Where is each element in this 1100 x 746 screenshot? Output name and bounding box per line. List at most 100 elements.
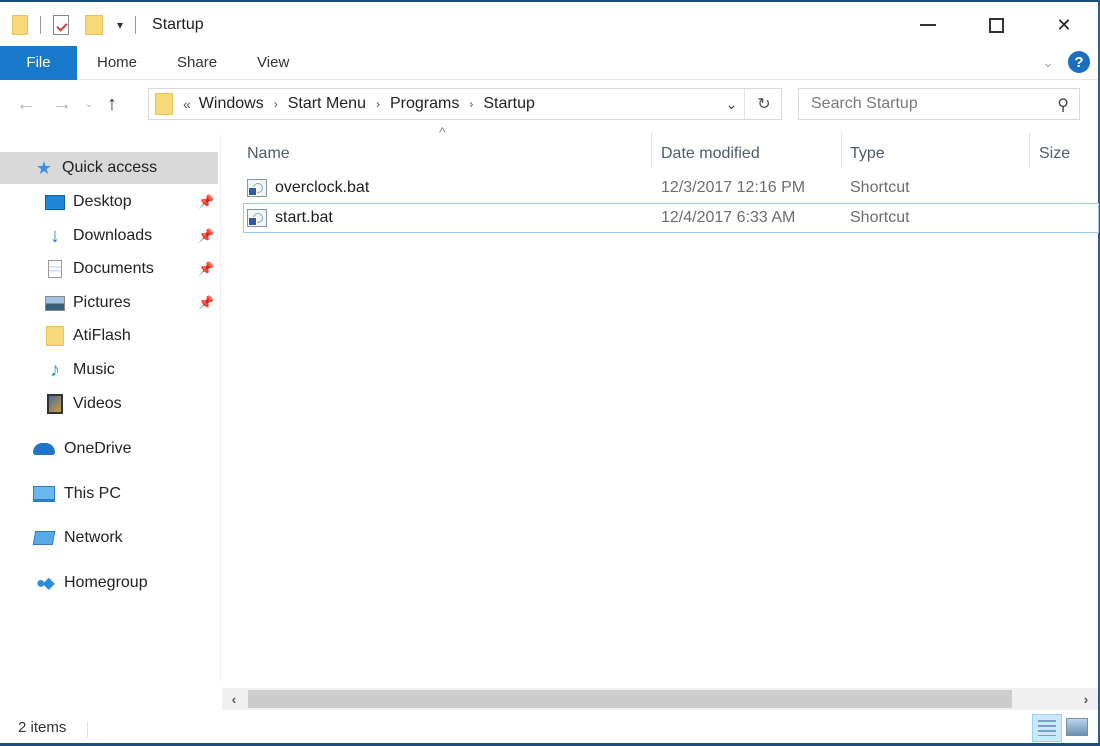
sidebar-item-label: Music [73, 361, 115, 378]
star-icon: ★ [35, 157, 53, 178]
breadcrumb-separator[interactable]: › [274, 97, 278, 111]
shortcut-file-icon [247, 209, 267, 227]
sidebar-item-label: Documents [73, 260, 154, 277]
expand-ribbon-icon[interactable]: ⌄ [1042, 54, 1054, 71]
sidebar-item-network[interactable]: Network [0, 522, 218, 554]
title-bar: ▾ Startup ✕ [0, 4, 1098, 46]
videos-icon [47, 394, 63, 414]
scroll-left-button[interactable]: ‹ [222, 688, 246, 710]
ribbon-right-controls: ⌄ ? [1042, 51, 1090, 73]
folder-icon [155, 93, 173, 115]
sidebar-item-atiflash[interactable]: AtiFlash [0, 320, 218, 352]
sidebar-item-homegroup[interactable]: ●◆ Homegroup [0, 567, 218, 599]
back-button[interactable]: ← [8, 93, 44, 116]
file-row[interactable]: overclock.bat 12/3/2017 12:16 PM Shortcu… [243, 174, 1099, 204]
network-icon [32, 531, 56, 545]
forward-button[interactable]: → [44, 93, 80, 116]
close-button[interactable]: ✕ [1030, 4, 1098, 46]
sidebar-item-label: Downloads [73, 227, 153, 244]
sidebar-item-label: Network [64, 529, 123, 546]
sidebar-item-onedrive[interactable]: OneDrive [0, 433, 218, 465]
pin-icon[interactable]: 📌 [198, 261, 214, 277]
recent-locations-icon[interactable]: ⌄ [80, 99, 98, 110]
sidebar-item-music[interactable]: ♪ Music [0, 354, 218, 386]
refresh-icon[interactable]: ↻ [747, 89, 781, 119]
details-view-button[interactable] [1032, 714, 1062, 742]
this-pc-icon [33, 486, 55, 502]
breadcrumb-separator[interactable]: › [376, 97, 380, 111]
breadcrumb-start-menu[interactable]: Start Menu [288, 95, 366, 113]
sidebar-item-label: This PC [64, 485, 121, 502]
horizontal-scrollbar[interactable]: ‹ › [222, 688, 1098, 710]
address-dropdown-icon[interactable]: ⌄ [719, 89, 745, 119]
properties-icon[interactable] [53, 15, 69, 35]
column-header-name[interactable]: Name [247, 136, 290, 172]
status-bar: 2 items [0, 712, 1098, 746]
sidebar-item-label: Desktop [73, 193, 132, 210]
file-date-modified: 12/4/2017 6:33 AM [661, 209, 796, 226]
new-folder-icon[interactable] [85, 15, 103, 35]
large-icons-view-button[interactable] [1066, 718, 1088, 736]
file-row-selected[interactable]: start.bat 12/4/2017 6:33 AM Shortcut [243, 203, 1099, 233]
documents-icon [48, 260, 62, 278]
navigation-pane: ★ Quick access Desktop 📌 ↓ Downloads 📌 D… [0, 132, 220, 682]
tab-home[interactable]: Home [77, 46, 157, 80]
customize-dropdown-icon[interactable]: ▾ [117, 18, 123, 32]
sidebar-item-downloads[interactable]: ↓ Downloads 📌 [0, 220, 218, 252]
search-input[interactable] [811, 95, 1041, 113]
close-icon: ✕ [1056, 14, 1072, 35]
window-title: Startup [152, 16, 204, 33]
column-header-date-modified[interactable]: Date modified [661, 136, 760, 172]
tab-view[interactable]: View [237, 46, 309, 80]
column-divider[interactable] [841, 132, 842, 168]
status-divider [87, 722, 88, 738]
breadcrumb-separator[interactable]: › [469, 97, 473, 111]
breadcrumb-overflow[interactable]: « [183, 96, 191, 112]
ribbon-tabs: File Home Share View ⌄ ? [0, 45, 1098, 80]
column-divider[interactable] [1029, 132, 1030, 168]
search-box: ⚲ [798, 88, 1080, 120]
sidebar-item-pictures[interactable]: Pictures 📌 [0, 287, 218, 319]
file-type: Shortcut [850, 209, 910, 226]
up-button[interactable]: ↑ [98, 93, 126, 116]
navigation-bar: ← → ⌄ ↑ « Windows › Start Menu › Program… [0, 86, 1098, 122]
maximize-button[interactable] [962, 4, 1030, 46]
pin-icon[interactable]: 📌 [198, 228, 214, 244]
toolbar-divider [40, 16, 41, 34]
address-bar[interactable]: « Windows › Start Menu › Programs › Star… [148, 88, 782, 120]
search-icon[interactable]: ⚲ [1057, 95, 1069, 115]
pin-icon[interactable]: 📌 [198, 194, 214, 210]
quick-access-toolbar: ▾ Startup [0, 15, 204, 35]
column-header-type[interactable]: Type [850, 136, 885, 172]
sidebar-item-label: Videos [73, 395, 122, 412]
scrollbar-thumb[interactable] [248, 690, 1012, 708]
file-date-modified: 12/3/2017 12:16 PM [661, 179, 806, 196]
minimize-button[interactable] [894, 4, 962, 46]
pictures-icon [45, 295, 65, 311]
sidebar-item-quick-access[interactable]: ★ Quick access [0, 152, 218, 184]
help-icon[interactable]: ? [1068, 51, 1090, 73]
toolbar-divider [135, 16, 137, 34]
file-type: Shortcut [850, 179, 910, 196]
sidebar-item-desktop[interactable]: Desktop 📌 [0, 186, 218, 218]
homegroup-icon: ●◆ [36, 575, 55, 592]
sidebar-item-label: AtiFlash [73, 327, 131, 344]
tab-file[interactable]: File [0, 45, 77, 80]
sidebar-item-videos[interactable]: Videos [0, 388, 218, 420]
breadcrumb-programs[interactable]: Programs [390, 95, 459, 113]
breadcrumb-windows[interactable]: Windows [199, 95, 264, 113]
column-divider[interactable] [651, 132, 652, 168]
sidebar-item-this-pc[interactable]: This PC [0, 478, 218, 510]
file-explorer-window: ▾ Startup ✕ File Home Share View ⌄ ? ← →… [0, 0, 1100, 746]
column-header-size[interactable]: Size [1039, 136, 1070, 172]
folder-icon [12, 15, 28, 35]
maximize-icon [988, 17, 1004, 33]
window-controls: ✕ [894, 4, 1098, 46]
pin-icon[interactable]: 📌 [198, 295, 214, 311]
scroll-right-button[interactable]: › [1074, 688, 1098, 710]
desktop-icon [45, 194, 65, 210]
breadcrumb-startup[interactable]: Startup [483, 95, 535, 113]
sidebar-item-documents[interactable]: Documents 📌 [0, 253, 218, 285]
tab-share[interactable]: Share [157, 46, 237, 80]
folder-icon [46, 326, 64, 346]
